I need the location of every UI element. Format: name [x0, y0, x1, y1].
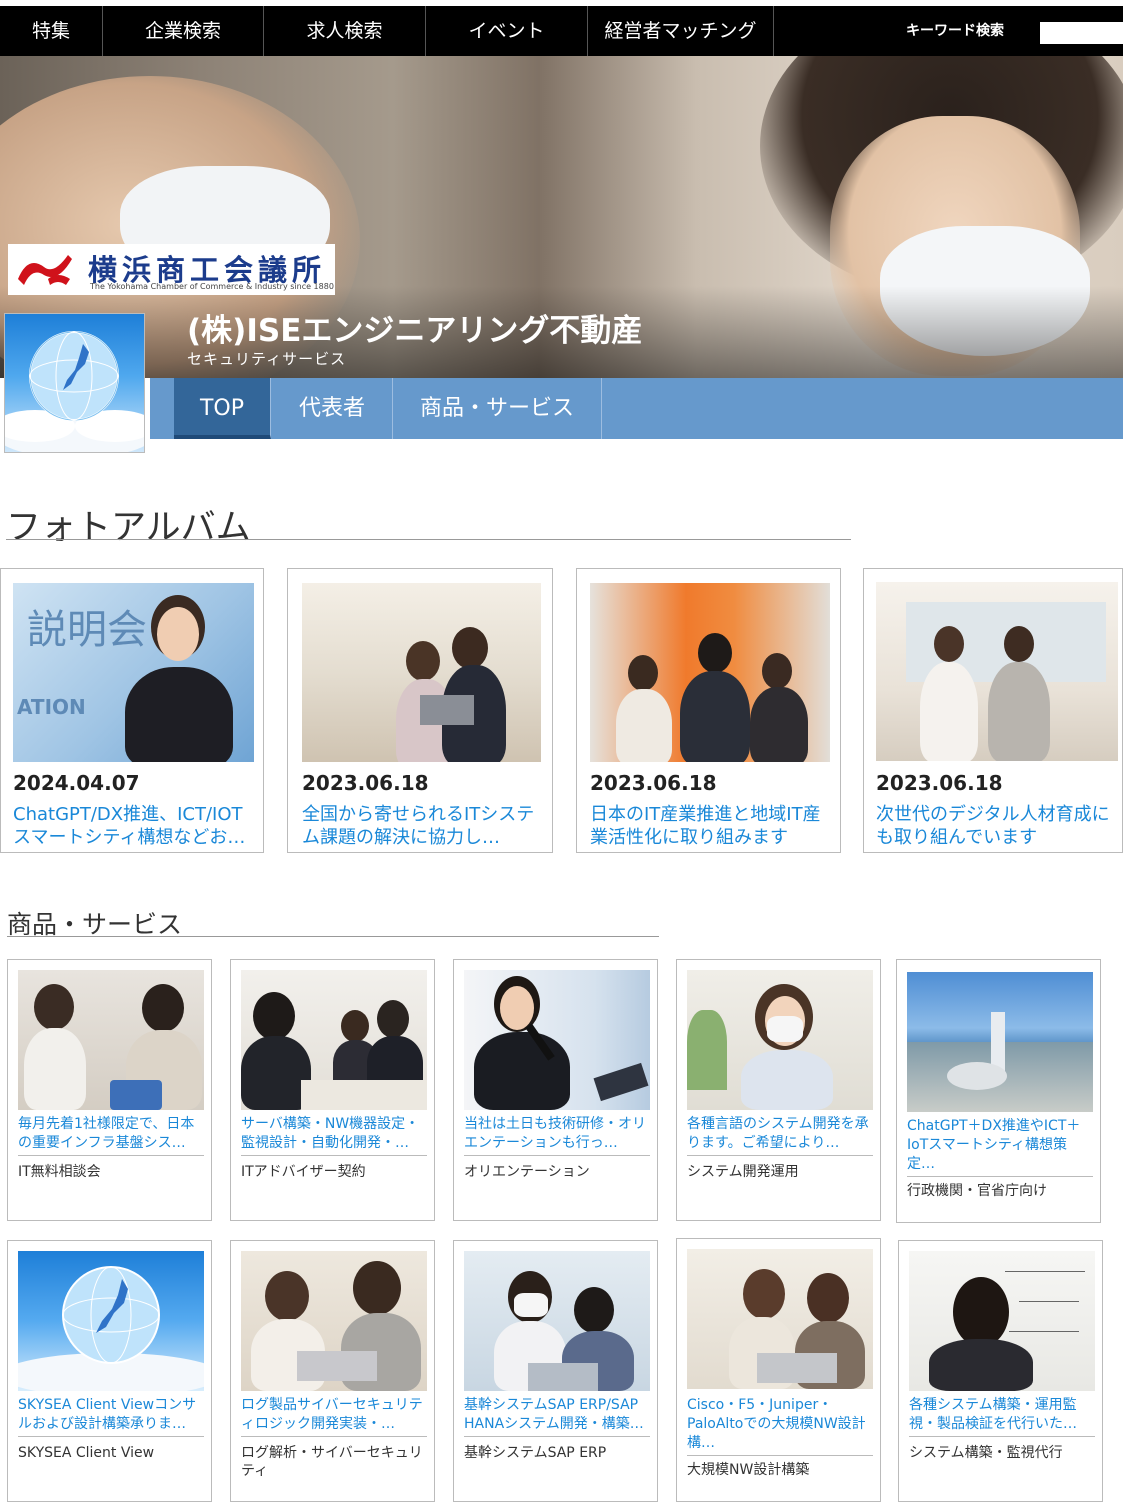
service-card[interactable]: SKYSEA Client Viewコンサルおよび設計構築承りま… SKYSEA… — [7, 1240, 212, 1502]
tab-representative[interactable]: 代表者 — [272, 378, 393, 439]
album-date: 2023.06.18 — [876, 771, 1003, 795]
album-card[interactable]: 2023.06.18 全国から寄せられるITシステム課題の解決に協力し… — [287, 568, 553, 853]
services-divider — [7, 936, 659, 937]
service-caption[interactable]: サーバ構築・NW機器設定・監視設計・自動化開発・… — [241, 1115, 427, 1156]
service-caption[interactable]: 各種言語のシステム開発を承ります。ご希望により… — [687, 1115, 873, 1156]
service-photo — [18, 1251, 204, 1391]
service-card[interactable]: ChatGPT＋DX推進やICT＋IoTスマートシティ構想策定… 行政機関・官省… — [896, 959, 1101, 1223]
service-label: システム構築・監視代行 — [909, 1445, 1063, 1461]
service-label: 大規模NW設計構築 — [687, 1462, 810, 1478]
album-card[interactable]: 2023.06.18 日本のIT産業推進と地域IT産業活性化に取り組みます — [576, 568, 841, 853]
photo-album-divider — [6, 539, 851, 540]
service-caption[interactable]: ChatGPT＋DX推進やICT＋IoTスマートシティ構想策定… — [907, 1117, 1093, 1177]
nav-feature[interactable]: 特集 — [0, 6, 103, 56]
nav-company-search[interactable]: 企業検索 — [103, 6, 264, 56]
company-tab-bar: TOP 代表者 商品・サービス — [150, 378, 1123, 439]
chamber-mark-icon — [18, 255, 72, 285]
service-photo — [687, 970, 873, 1110]
tab-products-services[interactable]: 商品・サービス — [393, 378, 602, 439]
album-card[interactable]: 2023.06.18 次世代のデジタル人材育成にも取り組んでいます — [863, 568, 1123, 853]
company-category: セキュリティサービス — [187, 350, 347, 368]
album-date: 2024.04.07 — [13, 771, 140, 795]
company-logo — [4, 313, 145, 453]
service-photo — [687, 1249, 873, 1389]
chamber-subtitle: The Yokohama Chamber of Commerce & Indus… — [90, 282, 334, 291]
album-photo — [302, 583, 541, 762]
album-date: 2023.06.18 — [590, 771, 717, 795]
service-caption[interactable]: ログ製品サイバーセキュリティロジック開発実装・… — [241, 1396, 427, 1437]
service-photo — [909, 1251, 1095, 1391]
album-caption[interactable]: ChatGPT/DX推進、ICT/IOTスマートシティ構想などお… — [13, 803, 253, 851]
album-caption[interactable]: 全国から寄せられるITシステム課題の解決に協力し… — [302, 803, 542, 851]
nav-job-search[interactable]: 求人検索 — [264, 6, 426, 56]
album-photo: 説明会 ATION — [13, 583, 254, 762]
globe-icon — [18, 1266, 204, 1391]
service-card[interactable]: Cisco・F5・Juniper・PaloAltoでの大規模NW設計構… 大規模… — [676, 1238, 881, 1502]
service-label: ITアドバイザー契約 — [241, 1164, 366, 1180]
company-name: (株)ISEエンジニアリング不動産 — [187, 313, 643, 349]
chamber-of-commerce-logo[interactable]: 横浜商工会議所 The Yokohama Chamber of Commerce… — [8, 244, 335, 295]
service-label: ログ解析・サイバーセキュリティ — [241, 1445, 423, 1479]
service-card[interactable]: 基幹システムSAP ERP/SAP HANAシステム開発・構築… 基幹システムS… — [453, 1240, 658, 1502]
service-card[interactable]: 毎月先着1社様限定で、日本の重要インフラ基盤シス… IT無料相談会 — [7, 959, 212, 1221]
album-caption[interactable]: 日本のIT産業推進と地域IT産業活性化に取り組みます — [590, 803, 830, 851]
keyword-search-input[interactable] — [1040, 22, 1123, 44]
album-caption[interactable]: 次世代のデジタル人材育成にも取り組んでいます — [876, 803, 1116, 851]
nav-event[interactable]: イベント — [426, 6, 588, 56]
photo-album-heading: フォトアルバム — [6, 508, 251, 548]
keyword-search-label: キーワード検索 — [906, 23, 1004, 39]
service-label: IT無料相談会 — [18, 1164, 101, 1180]
service-photo — [464, 1251, 650, 1391]
tab-top[interactable]: TOP — [174, 378, 271, 439]
service-caption[interactable]: SKYSEA Client Viewコンサルおよび設計構築承りま… — [18, 1396, 204, 1437]
service-label: 行政機関・官省庁向け — [907, 1183, 1047, 1199]
service-label: SKYSEA Client View — [18, 1445, 155, 1461]
service-label: オリエンテーション — [464, 1164, 590, 1180]
service-caption[interactable]: 基幹システムSAP ERP/SAP HANAシステム開発・構築… — [464, 1396, 650, 1437]
top-navigation: 特集 企業検索 求人検索 イベント 経営者マッチング キーワード検索 — [0, 6, 1123, 56]
service-photo — [241, 1251, 427, 1391]
album-date: 2023.06.18 — [302, 771, 429, 795]
service-card[interactable]: 各種システム構築・運用監視・製品検証を代行いた… システム構築・監視代行 — [898, 1240, 1103, 1502]
service-caption[interactable]: 毎月先着1社様限定で、日本の重要インフラ基盤シス… — [18, 1115, 204, 1156]
service-label: システム開発運用 — [687, 1164, 799, 1180]
service-caption[interactable]: Cisco・F5・Juniper・PaloAltoでの大規模NW設計構… — [687, 1396, 873, 1456]
service-card[interactable]: ログ製品サイバーセキュリティロジック開発実装・… ログ解析・サイバーセキュリティ — [230, 1240, 435, 1502]
service-photo — [907, 972, 1093, 1112]
album-photo — [876, 582, 1118, 761]
service-photo — [241, 970, 427, 1110]
service-caption[interactable]: 各種システム構築・運用監視・製品検証を代行いた… — [909, 1396, 1095, 1437]
service-card[interactable]: 各種言語のシステム開発を承ります。ご希望により… システム開発運用 — [676, 959, 881, 1221]
service-photo — [464, 970, 650, 1110]
service-caption[interactable]: 当社は土日も技術研修・オリエンテーションも行っ… — [464, 1115, 650, 1156]
service-card[interactable]: サーバ構築・NW機器設定・監視設計・自動化開発・… ITアドバイザー契約 — [230, 959, 435, 1221]
service-card[interactable]: 当社は土日も技術研修・オリエンテーションも行っ… オリエンテーション — [453, 959, 658, 1221]
service-photo — [18, 970, 204, 1110]
nav-executive-matching[interactable]: 経営者マッチング — [588, 6, 774, 56]
globe-icon — [5, 331, 144, 452]
album-photo — [590, 583, 830, 762]
album-card[interactable]: 説明会 ATION 2024.04.07 ChatGPT/DX推進、ICT/IO… — [0, 568, 264, 853]
service-label: 基幹システムSAP ERP — [464, 1445, 607, 1461]
